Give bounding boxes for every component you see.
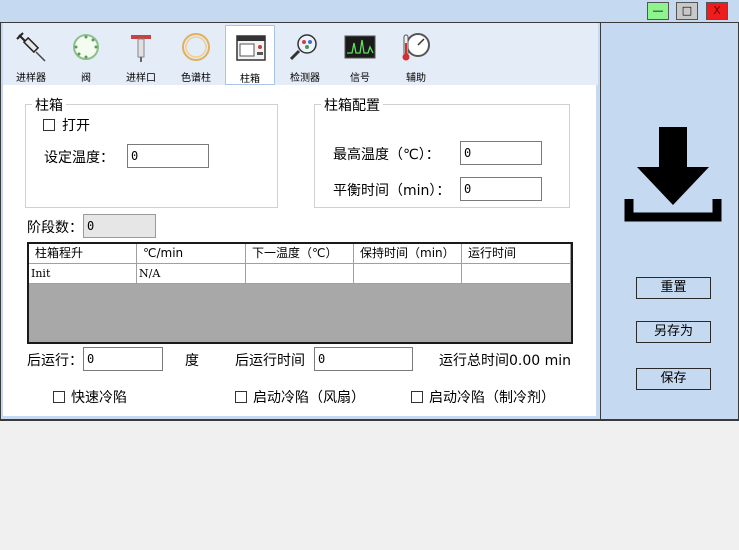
total-run-time: 运行总时间0.00 min xyxy=(439,353,572,369)
post-run-unit: 度 xyxy=(185,353,199,369)
tool-inlet[interactable]: 进样口 xyxy=(116,25,166,85)
table-cell[interactable] xyxy=(354,264,462,284)
save-as-button[interactable]: 另存为 xyxy=(636,321,711,343)
table-header-row: 柱箱程升 ℃/min 下一温度（℃） 保持时间（min） 运行时间 xyxy=(29,244,571,264)
tool-oven[interactable]: 柱箱 xyxy=(225,25,275,85)
signal-icon xyxy=(344,35,376,59)
post-run-time-input[interactable]: 0 xyxy=(314,347,413,371)
reset-button[interactable]: 重置 xyxy=(636,277,711,299)
ramp-table: 柱箱程升 ℃/min 下一温度（℃） 保持时间（min） 运行时间 Init N… xyxy=(27,242,573,344)
post-run-label: 后运行： xyxy=(27,353,83,369)
tool-label: 进样口 xyxy=(126,73,156,84)
tool-label: 辅助 xyxy=(406,73,426,84)
detector-icon xyxy=(289,34,317,61)
table-row[interactable]: Init N/A xyxy=(29,264,571,284)
minimize-button[interactable]: — xyxy=(647,2,669,20)
download-icon[interactable] xyxy=(623,123,723,223)
valve-icon xyxy=(73,34,99,60)
title-bar: — □ X xyxy=(0,0,739,22)
auxiliary-icon xyxy=(402,33,430,61)
tool-label: 柱箱 xyxy=(240,74,260,85)
coolant-cool-checkbox[interactable] xyxy=(411,391,423,403)
bottom-panel xyxy=(0,420,739,550)
post-run-input[interactable]: 0 xyxy=(83,347,163,371)
tool-injector[interactable]: 进样器 xyxy=(6,25,56,85)
inlet-icon xyxy=(131,35,151,62)
table-cell[interactable]: Init xyxy=(29,264,137,284)
syringe-icon xyxy=(16,32,46,62)
tool-label: 信号 xyxy=(350,73,370,84)
tool-auxiliary[interactable]: 辅助 xyxy=(391,25,441,85)
tool-column[interactable]: 色谱柱 xyxy=(171,25,221,85)
oven-group-title: 柱箱 xyxy=(32,95,66,115)
column-icon xyxy=(182,33,210,61)
equilibration-input[interactable]: 0 xyxy=(460,177,542,201)
max-temp-label: 最高温度（℃）： xyxy=(333,147,440,163)
oven-config-title: 柱箱配置 xyxy=(321,95,383,115)
fast-cool-checkbox[interactable] xyxy=(53,391,65,403)
table-header: ℃/min xyxy=(137,244,246,264)
tool-detector[interactable]: 检测器 xyxy=(280,25,330,85)
fast-cool-label: 快速冷陷 xyxy=(71,390,127,406)
close-button[interactable]: X xyxy=(706,2,728,20)
table-cell[interactable] xyxy=(246,264,354,284)
table-cell[interactable] xyxy=(462,264,571,284)
oven-settings-panel: 柱箱 打开 设定温度： 0 柱箱配置 最高温度（℃）： 0 平衡时间（min）：… xyxy=(3,85,596,416)
tool-label: 检测器 xyxy=(290,73,320,84)
table-header: 下一温度（℃） xyxy=(246,244,354,264)
table-header: 运行时间 xyxy=(462,244,571,264)
table-header: 保持时间（min） xyxy=(354,244,462,264)
max-temp-input[interactable]: 0 xyxy=(460,141,542,165)
main-panel: 进样器 阀 进样口 色谱柱 柱箱 检测器 信号 辅助 柱箱 打开 设定温度： 0… xyxy=(0,22,601,420)
fan-cool-checkbox[interactable] xyxy=(235,391,247,403)
coolant-cool-label: 启动冷陷（制冷剂） xyxy=(429,390,555,406)
stages-label: 阶段数： xyxy=(27,220,83,236)
table-header: 柱箱程升 xyxy=(29,244,137,264)
oven-icon xyxy=(236,35,266,61)
setpoint-input[interactable]: 0 xyxy=(127,144,209,168)
post-run-time-label: 后运行时间 xyxy=(235,353,305,369)
equilibration-label: 平衡时间（min）： xyxy=(333,183,451,199)
tool-signal[interactable]: 信号 xyxy=(335,25,385,85)
open-label: 打开 xyxy=(62,118,90,134)
tool-label: 进样器 xyxy=(16,73,46,84)
tool-label: 色谱柱 xyxy=(181,73,211,84)
save-button[interactable]: 保存 xyxy=(636,368,711,390)
open-checkbox[interactable] xyxy=(43,119,55,131)
fan-cool-label: 启动冷陷（风扇） xyxy=(253,390,365,406)
side-panel: 重置 另存为 保存 xyxy=(600,22,739,420)
module-toolbar: 进样器 阀 进样口 色谱柱 柱箱 检测器 信号 辅助 xyxy=(3,23,598,85)
stages-input[interactable]: 0 xyxy=(83,214,156,238)
maximize-button[interactable]: □ xyxy=(676,2,698,20)
tool-label: 阀 xyxy=(81,73,91,84)
setpoint-label: 设定温度： xyxy=(44,150,114,166)
table-cell[interactable]: N/A xyxy=(137,264,246,284)
tool-valve[interactable]: 阀 xyxy=(61,25,111,85)
